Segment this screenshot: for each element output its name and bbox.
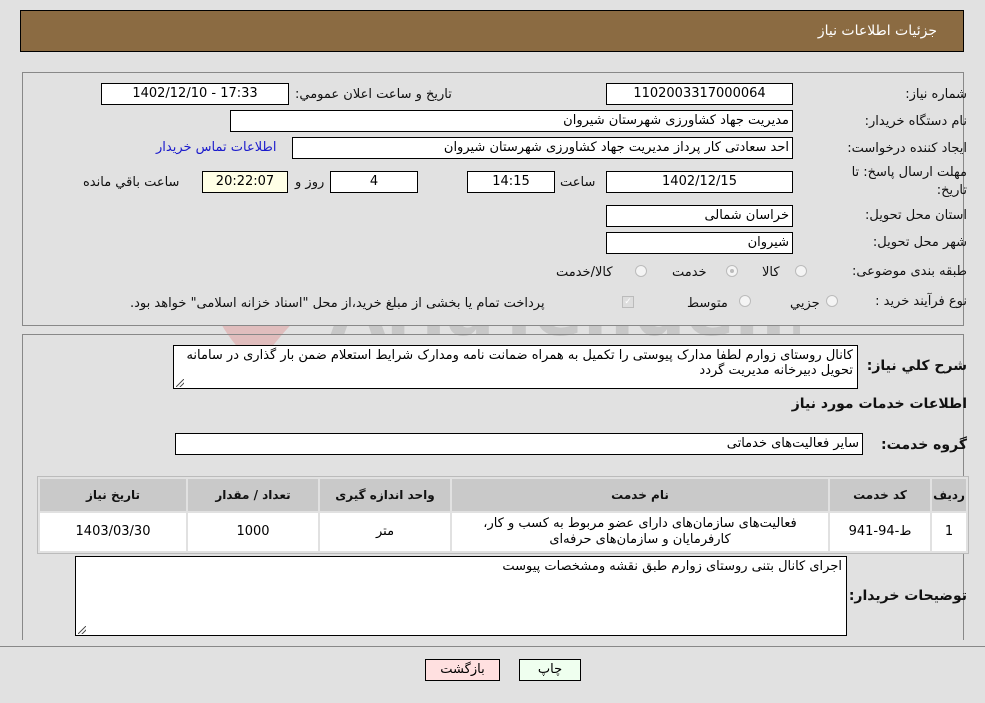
col-quantity: تعداد / مقدار bbox=[186, 477, 320, 513]
page-title: جزئيات اطلاعات نياز bbox=[817, 23, 937, 39]
creator-label: ایجاد کننده درخواست: bbox=[847, 141, 967, 156]
buyer-contact-link[interactable]: اطلاعات تماس خریدار bbox=[156, 140, 276, 155]
divider bbox=[0, 646, 985, 647]
cell-service-name: فعالیت‌های سازمان‌های دارای عضو مربوط به… bbox=[450, 511, 830, 553]
category-label: طبقه بندی موضوعی: bbox=[851, 264, 967, 279]
city-field: شیروان bbox=[606, 232, 793, 254]
buyer-notes-textarea[interactable]: اجرای کانال بتنی روستای زوارم طبق نقشه و… bbox=[75, 556, 847, 636]
province-label: استان محل تحویل: bbox=[865, 208, 967, 223]
process-label: نوع فرآیند خرید : bbox=[875, 294, 967, 309]
days-remaining-field: 4 bbox=[330, 171, 418, 193]
resize-grip-icon[interactable] bbox=[78, 626, 86, 634]
buyer-notes-text: اجرای کانال بتنی روستای زوارم طبق نقشه و… bbox=[502, 559, 842, 574]
service-group-field: سایر فعالیت‌های خدماتی bbox=[175, 433, 863, 455]
days-label: روز و bbox=[295, 175, 325, 190]
deadline-label: مهلت ارسال پاسخ: تا تاریخ: bbox=[851, 165, 967, 198]
remaining-time-label: ساعت باقي مانده bbox=[83, 175, 180, 190]
city-label: شهر محل تحویل: bbox=[872, 235, 967, 250]
treasury-note: پرداخت تمام یا بخشی از مبلغ خرید،از محل … bbox=[130, 296, 545, 311]
description-text: کانال روستای زوارم لطفا مدارک پیوستی را … bbox=[186, 348, 853, 378]
col-service-name: نام خدمت bbox=[450, 477, 830, 513]
deadline-time-field: 14:15 bbox=[467, 171, 555, 193]
process-radio-medium[interactable] bbox=[739, 295, 751, 307]
category-option-service: خدمت bbox=[672, 265, 707, 280]
back-button[interactable]: بازگشت bbox=[425, 659, 500, 681]
cell-service-code: ط-94-941 bbox=[828, 511, 932, 553]
need-number-label: شماره نیاز: bbox=[905, 87, 967, 102]
cell-unit: متر bbox=[318, 511, 452, 553]
process-option-medium: متوسط bbox=[687, 296, 728, 311]
category-option-goods: کالا bbox=[762, 265, 780, 280]
deadline-date-field: 1402/12/15 bbox=[606, 171, 793, 193]
province-field: خراسان شمالی bbox=[606, 205, 793, 227]
buyer-org-label: نام دستگاه خریدار: bbox=[864, 114, 967, 129]
table-header-row: رديف کد خدمت نام خدمت واحد اندازه گیری ت… bbox=[38, 477, 968, 513]
deadline-time-label: ساعت bbox=[560, 175, 596, 190]
col-unit: واحد اندازه گیری bbox=[318, 477, 452, 513]
col-row-number: رديف bbox=[930, 477, 968, 513]
page-header: جزئيات اطلاعات نياز bbox=[20, 10, 964, 52]
buyer-org-field: مدیریت جهاد کشاورزی شهرستان شیروان bbox=[230, 110, 793, 132]
col-service-code: کد خدمت bbox=[828, 477, 932, 513]
category-option-goods-service: کالا/خدمت bbox=[556, 265, 613, 280]
resize-grip-icon[interactable] bbox=[176, 379, 184, 387]
service-group-label: گروه خدمت: bbox=[881, 437, 967, 453]
remaining-time-field: 20:22:07 bbox=[202, 171, 288, 193]
description-label: شرح کلي نياز: bbox=[866, 358, 967, 374]
category-radio-goods-service[interactable] bbox=[635, 265, 647, 277]
creator-field: احد سعادتی کار پرداز مدیریت جهاد کشاورزی… bbox=[292, 137, 793, 159]
cell-need-date: 1403/03/30 bbox=[38, 511, 188, 553]
category-radio-goods[interactable] bbox=[795, 265, 807, 277]
description-textarea[interactable]: کانال روستای زوارم لطفا مدارک پیوستی را … bbox=[173, 345, 858, 389]
announce-field: 1402/12/10 - 17:33 bbox=[101, 83, 289, 105]
announce-label: تاريخ و ساعت اعلان عمومي: bbox=[295, 87, 452, 102]
buyer-notes-label: توضیحات خریدار: bbox=[848, 588, 967, 604]
category-radio-service[interactable] bbox=[726, 265, 738, 277]
cell-quantity: 1000 bbox=[186, 511, 320, 553]
cell-row-number: 1 bbox=[930, 511, 968, 553]
print-button[interactable]: چاپ bbox=[519, 659, 581, 681]
need-number-field: 1102003317000064 bbox=[606, 83, 793, 105]
col-need-date: تاریخ نیاز bbox=[38, 477, 188, 513]
process-radio-minor[interactable] bbox=[826, 295, 838, 307]
treasury-checkbox[interactable]: ✓ bbox=[622, 296, 634, 308]
services-section-title: اطلاعات خدمات مورد نیاز bbox=[791, 396, 967, 412]
table-row: 1 ط-94-941 فعالیت‌های سازمان‌های دارای ع… bbox=[38, 511, 968, 553]
process-option-minor: جزيي bbox=[790, 296, 820, 311]
services-table: رديف کد خدمت نام خدمت واحد اندازه گیری ت… bbox=[37, 476, 969, 554]
